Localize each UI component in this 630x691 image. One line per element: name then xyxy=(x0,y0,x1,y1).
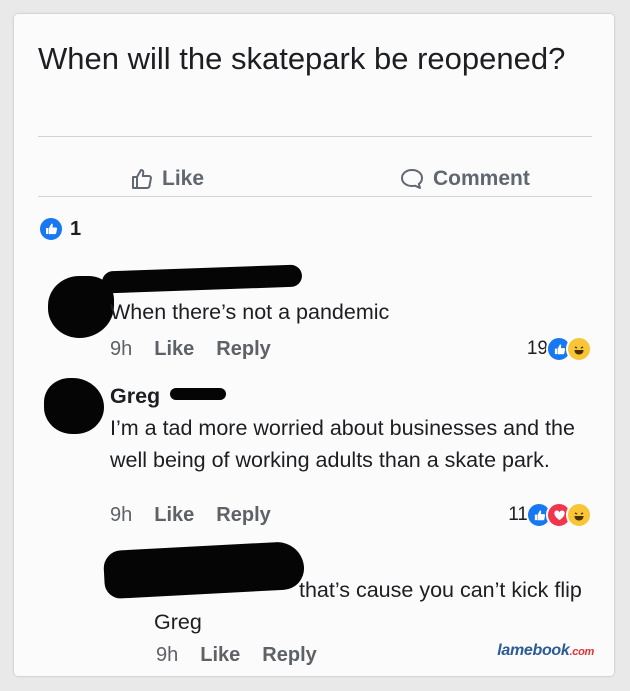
comment-button[interactable]: Comment xyxy=(399,164,530,194)
reaction-summary[interactable]: 1 xyxy=(38,216,81,242)
comment-actions: 9h Like Reply xyxy=(110,338,271,361)
avatar xyxy=(44,378,104,434)
comment-text: that’s cause you can’t kick flip Greg xyxy=(154,578,582,634)
comment-reactions[interactable]: 11 xyxy=(508,502,592,528)
like-button[interactable]: Like xyxy=(130,164,204,194)
comment-reply-link[interactable]: Reply xyxy=(216,504,270,527)
redacted-name xyxy=(170,388,227,400)
watermark-text: lamebook xyxy=(497,642,570,659)
speech-bubble-icon xyxy=(399,167,425,191)
comment-like-link[interactable]: Like xyxy=(154,338,194,361)
divider xyxy=(38,136,592,137)
comment-reply-link[interactable]: Reply xyxy=(216,338,270,361)
comment-author[interactable]: Greg xyxy=(110,384,160,408)
thumbs-up-icon xyxy=(130,167,154,191)
watermark-logo: lamebook.com xyxy=(497,642,594,660)
post-card: When will the skatepark be reopened? Lik… xyxy=(14,14,614,676)
comment-label: Comment xyxy=(433,167,530,190)
comment-actions: 9h Like Reply xyxy=(156,644,317,667)
comment-reactions[interactable]: 19 xyxy=(527,336,592,362)
reaction-count: 1 xyxy=(70,217,82,240)
comment-like-link[interactable]: Like xyxy=(154,504,194,527)
watermark-suffix: .com xyxy=(569,646,595,658)
post-text: When will the skatepark be reopened? xyxy=(38,41,566,76)
comment-text: When there’s not a pandemic xyxy=(110,300,390,324)
haha-reaction-icon xyxy=(566,336,592,362)
divider xyxy=(38,196,592,197)
comment-body: Greg I’m a tad more worried about busine… xyxy=(110,380,580,476)
like-label: Like xyxy=(162,167,205,190)
redacted-name xyxy=(101,264,303,294)
comment-text: I’m a tad more worried about businesses … xyxy=(110,416,575,472)
comment-time: 9h xyxy=(110,338,133,360)
comment-like-link[interactable]: Like xyxy=(200,644,240,667)
like-reaction-icon xyxy=(38,216,64,242)
comment-reaction-count: 19 xyxy=(526,338,548,359)
comment-actions: 9h Like Reply xyxy=(110,504,271,527)
comment-time: 9h xyxy=(156,644,179,666)
haha-reaction-icon xyxy=(566,502,592,528)
comment-reply-link[interactable]: Reply xyxy=(262,644,316,667)
comment-time: 9h xyxy=(110,504,133,526)
